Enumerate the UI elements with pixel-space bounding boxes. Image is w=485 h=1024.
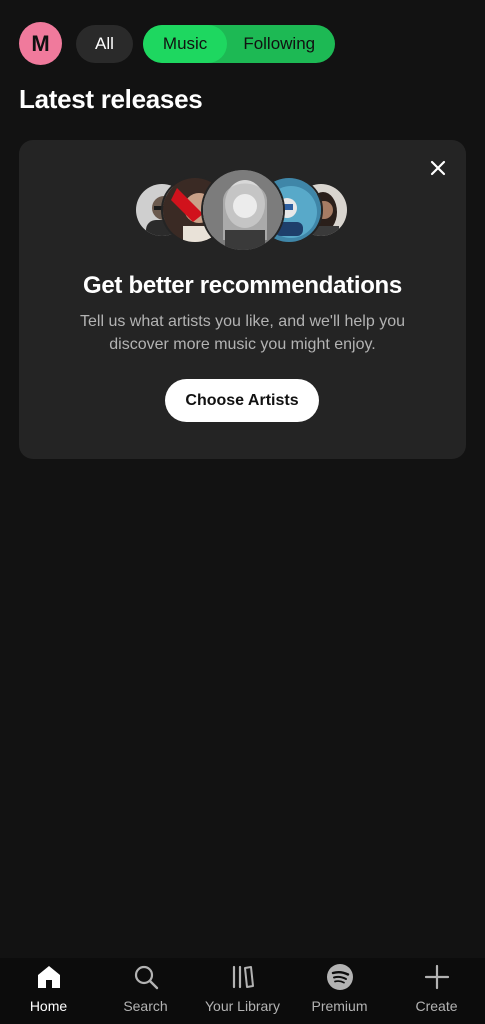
nav-item-premium[interactable]: Premium — [291, 958, 388, 1024]
nav-label-premium: Premium — [311, 998, 368, 1014]
filter-chip-music[interactable]: Music — [142, 24, 228, 63]
profile-avatar[interactable]: M — [19, 22, 62, 65]
card-title: Get better recommendations — [83, 272, 402, 299]
card-description: Tell us what artists you like, and we'll… — [80, 313, 405, 353]
filter-chip-following[interactable]: Following — [227, 25, 335, 63]
search-icon — [131, 962, 161, 992]
artist-image — [201, 168, 285, 252]
home-icon — [34, 962, 64, 992]
plus-icon — [422, 962, 452, 992]
nav-item-your-library[interactable]: Your Library — [194, 958, 291, 1024]
nav-label-home: Home — [29, 998, 68, 1014]
artist-image-cluster — [19, 168, 466, 258]
library-icon — [228, 962, 258, 992]
nav-item-create[interactable]: Create — [388, 958, 485, 1024]
bottom-navigation: Home Search Your Library Premium Create — [0, 958, 485, 1024]
choose-artists-label: Choose Artists — [185, 391, 299, 409]
nav-label-your-library: Your Library — [205, 998, 280, 1014]
top-bar: M All Music Following — [19, 22, 336, 65]
nav-label-search: Search — [123, 998, 168, 1014]
home-screen: M All Music Following Latest releases Ge… — [0, 0, 485, 1024]
recommendation-card: Get better recommendations Tell us what … — [19, 140, 466, 459]
nav-label-create: Create — [415, 998, 458, 1014]
filter-chip-following-label: Following — [243, 33, 316, 53]
filter-chip-group: Music Following — [142, 24, 336, 63]
profile-initial: M — [31, 30, 50, 56]
filter-chip-all[interactable]: All — [76, 24, 133, 63]
section-title: Latest releases — [19, 84, 203, 114]
filter-chip-music-label: Music — [162, 33, 208, 53]
filter-chip-all-label: All — [95, 33, 114, 53]
choose-artists-button[interactable]: Choose Artists — [165, 379, 319, 422]
nav-item-search[interactable]: Search — [97, 958, 194, 1024]
nav-item-home[interactable]: Home — [0, 958, 97, 1024]
spotify-icon — [325, 962, 355, 992]
